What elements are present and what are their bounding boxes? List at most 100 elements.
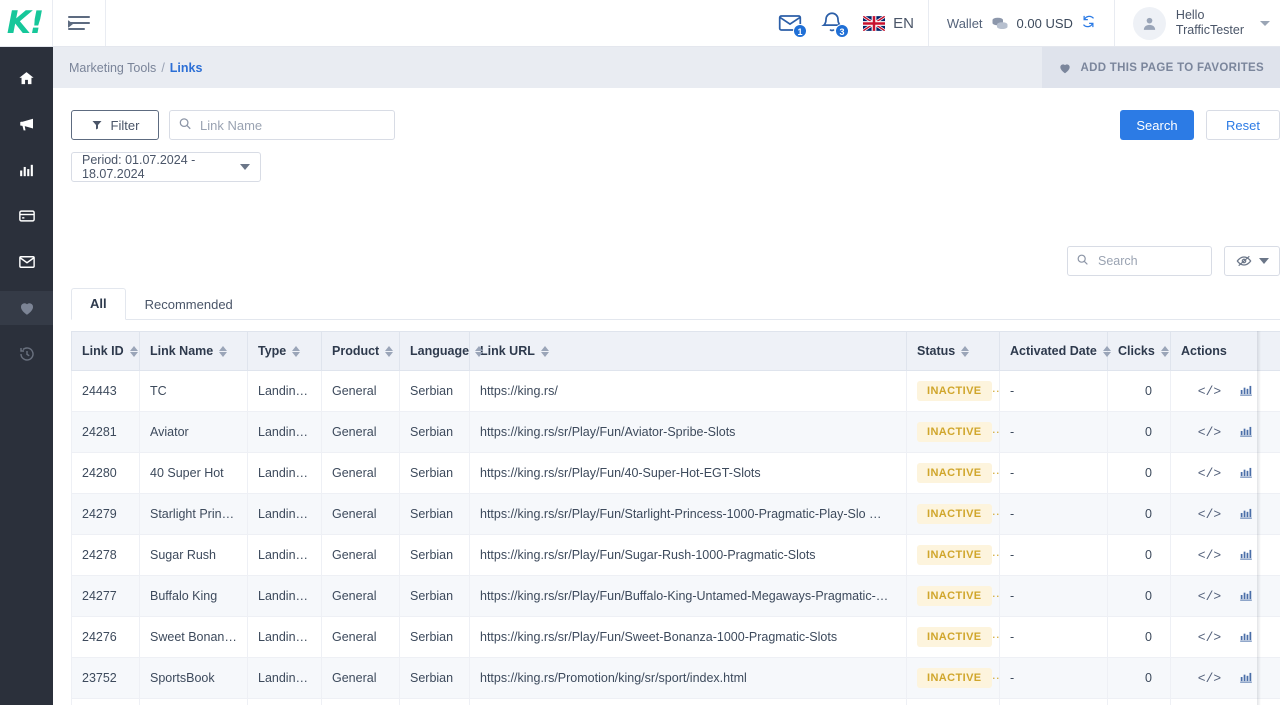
breadcrumb-parent[interactable]: Marketing Tools — [69, 61, 156, 75]
statistics-button[interactable] — [1239, 506, 1253, 523]
table-row[interactable]: 24281AviatorLanding PageGeneralSerbianht… — [71, 411, 1280, 453]
get-code-button[interactable]: </> — [1198, 425, 1221, 440]
table-row[interactable]: 24278Sugar RushLanding PageGeneralSerbia… — [71, 534, 1280, 576]
table-tabs: All Recommended — [71, 288, 1280, 320]
sort-icon[interactable] — [1102, 345, 1111, 358]
statistics-button[interactable] — [1239, 670, 1253, 687]
col-language[interactable]: Language — [399, 331, 484, 371]
cell-language: Serbian — [399, 411, 470, 453]
sidebar-item-finance[interactable] — [0, 199, 53, 233]
cell-link-url: https://king.rs/sr/Play/Fun/Sugar-Rush-1… — [469, 534, 907, 576]
tab-all[interactable]: All — [71, 288, 126, 320]
cell-actions: </> — [1170, 657, 1280, 699]
links-table-container[interactable]: Link ID Link Name Type Product Language … — [71, 331, 1280, 705]
messages-button[interactable]: 1 — [777, 10, 808, 38]
cell-clicks: 0 — [1107, 616, 1171, 658]
statistics-button[interactable] — [1239, 465, 1253, 482]
breadcrumb: Marketing Tools / Links — [53, 61, 202, 75]
cell-link-id: 24279 — [71, 493, 140, 535]
wallet-widget[interactable]: Wallet 0.00 USD — [929, 0, 1114, 46]
bar-chart-icon — [1240, 385, 1253, 396]
cell-type: Landing Page — [247, 616, 322, 658]
sort-icon[interactable] — [292, 345, 301, 358]
filter-button-label: Filter — [110, 117, 140, 133]
sort-icon[interactable] — [385, 345, 394, 358]
links-table-body: 24443TCLanding PageGeneralSerbianhttps:/… — [71, 370, 1280, 705]
sort-icon[interactable] — [961, 345, 970, 358]
table-search-input[interactable] — [1067, 246, 1212, 276]
sort-icon[interactable] — [540, 345, 549, 358]
cell-link-id: 24281 — [71, 411, 140, 453]
col-activated-date[interactable]: Activated Date — [999, 331, 1111, 371]
cell-activated-date: - — [999, 616, 1108, 658]
table-row[interactable]: 23752SportsBookLanding PageGeneralSerbia… — [71, 657, 1280, 699]
reset-button[interactable]: Reset — [1206, 110, 1280, 140]
table-row[interactable]: 24279Starlight PrincessLanding PageGener… — [71, 493, 1280, 535]
col-link-name[interactable]: Link Name — [139, 331, 248, 371]
links-table-head: Link ID Link Name Type Product Language … — [71, 331, 1280, 371]
get-code-button[interactable]: </> — [1198, 507, 1221, 522]
notifications-button[interactable]: 3 — [819, 10, 850, 38]
statistics-button[interactable] — [1239, 383, 1253, 400]
cell-actions: </> — [1170, 452, 1280, 494]
sidebar-item-home[interactable] — [0, 61, 53, 95]
cell-actions: </> — [1170, 698, 1280, 705]
sidebar-item-marketing-tools[interactable] — [0, 107, 53, 141]
statistics-button[interactable] — [1239, 547, 1253, 564]
col-status[interactable]: Status — [906, 331, 1000, 371]
sort-icon[interactable] — [219, 345, 228, 358]
language-selector[interactable]: EN — [857, 0, 928, 46]
refresh-wallet-button[interactable] — [1081, 14, 1096, 32]
cell-clicks: 0 — [1107, 370, 1171, 412]
col-product[interactable]: Product — [321, 331, 400, 371]
sidebar-item-favorites[interactable] — [0, 291, 53, 325]
avatar — [1132, 6, 1166, 40]
table-row[interactable]: 24276Sweet BonanzaLanding PageGeneralSer… — [71, 616, 1280, 658]
statistics-button[interactable] — [1239, 588, 1253, 605]
col-type[interactable]: Type — [247, 331, 322, 371]
get-code-button[interactable]: </> — [1198, 671, 1221, 686]
brand-logo[interactable]: K! — [0, 0, 53, 46]
column-visibility-button[interactable] — [1224, 246, 1280, 276]
statistics-button[interactable] — [1239, 424, 1253, 441]
col-label: Link URL — [480, 343, 535, 358]
col-link-url[interactable]: Link URL — [469, 331, 907, 371]
sidebar-item-history[interactable] — [0, 337, 53, 371]
get-code-button[interactable]: </> — [1198, 548, 1221, 563]
credit-card-icon — [18, 210, 35, 222]
sidebar-toggle-button[interactable] — [53, 0, 106, 46]
table-search-wrap — [1067, 246, 1212, 276]
bar-chart-icon — [1240, 426, 1253, 437]
get-code-button[interactable]: </> — [1198, 589, 1221, 604]
sidebar-item-reports[interactable] — [0, 153, 53, 187]
cell-link-url: https://king.rs/sr/Play/Fun/Aviator-Spri… — [469, 411, 907, 453]
link-name-input[interactable] — [169, 110, 395, 140]
get-code-button[interactable]: </> — [1198, 384, 1221, 399]
table-row[interactable]: 24277Buffalo KingLanding PageGeneralSerb… — [71, 575, 1280, 617]
breadcrumb-current[interactable]: Links — [170, 61, 203, 75]
add-to-favorites-button[interactable]: ADD THIS PAGE TO FAVORITES — [1042, 47, 1280, 88]
filter-button[interactable]: Filter — [71, 110, 159, 140]
get-code-button[interactable]: </> — [1198, 630, 1221, 645]
eye-off-icon — [1236, 255, 1251, 267]
col-clicks[interactable]: Clicks — [1107, 331, 1171, 371]
user-menu[interactable]: Hello TrafficTester — [1115, 0, 1280, 46]
language-label: EN — [893, 14, 914, 32]
status-badge: INACTIVE — [917, 381, 992, 401]
tab-recommended[interactable]: Recommended — [126, 289, 252, 320]
col-link-id[interactable]: Link ID — [71, 331, 140, 371]
table-row[interactable]: 24443TCLanding PageGeneralSerbianhttps:/… — [71, 370, 1280, 412]
sort-icon[interactable] — [1160, 345, 1169, 358]
sidebar-item-messages[interactable] — [0, 245, 53, 279]
sort-icon[interactable] — [129, 345, 138, 358]
cell-status: INACTIVE — [906, 452, 1000, 494]
history-icon — [19, 347, 34, 361]
search-button[interactable]: Search — [1120, 110, 1194, 140]
period-selector[interactable]: Period: 01.07.2024 - 18.07.2024 — [71, 152, 261, 182]
chevron-down-icon[interactable] — [1260, 20, 1270, 26]
table-row[interactable]: 2428040 Super HotLanding PageGeneralSerb… — [71, 452, 1280, 494]
table-row[interactable]: 23751CasinoLanding PageGeneralSerbianhtt… — [71, 698, 1280, 705]
sort-icon[interactable] — [475, 345, 484, 358]
get-code-button[interactable]: </> — [1198, 466, 1221, 481]
statistics-button[interactable] — [1239, 629, 1253, 646]
